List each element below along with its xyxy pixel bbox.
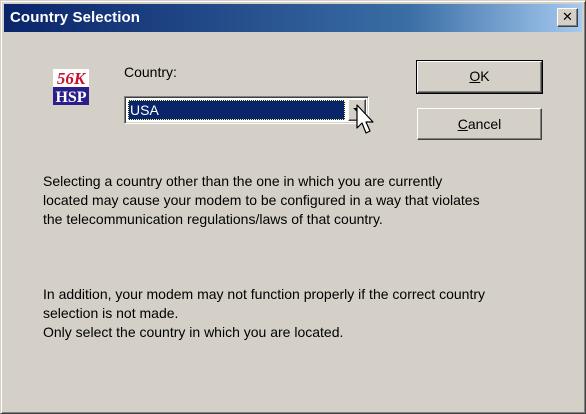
ok-button[interactable]: OK: [416, 60, 543, 94]
addition-line: In addition, your modem may not function…: [43, 286, 485, 302]
warning-line: the telecommunication regulations/laws o…: [43, 211, 383, 227]
warning-text: Selecting a country other than the one i…: [43, 172, 563, 229]
ok-mnemonic: O: [469, 68, 481, 84]
addition-text: In addition, your modem may not function…: [43, 285, 563, 323]
cancel-label-rest: ancel: [467, 116, 502, 132]
country-label: Country:: [124, 64, 177, 80]
close-icon: ✕: [562, 10, 573, 25]
ok-label-rest: K: [480, 68, 490, 84]
mouse-pointer-icon: [356, 104, 374, 134]
cancel-button[interactable]: Cancel: [417, 108, 542, 140]
warning-line: located may cause your modem to be confi…: [43, 192, 480, 208]
logo-line-2: HSP: [55, 89, 86, 105]
instruction-text: Only select the country in which you are…: [43, 324, 344, 340]
close-button[interactable]: ✕: [557, 8, 578, 27]
country-dropdown[interactable]: USA: [124, 96, 369, 124]
country-selection-dialog: Country Selection ✕ 56K HSP Country: USA…: [0, 0, 586, 414]
warning-line: Selecting a country other than the one i…: [43, 173, 443, 189]
cancel-mnemonic: C: [457, 116, 468, 132]
country-selected-value[interactable]: USA: [128, 100, 345, 120]
56k-hsp-logo: 56K HSP: [53, 69, 89, 105]
title-bar[interactable]: Country Selection ✕: [4, 4, 582, 32]
window-title: Country Selection: [10, 9, 141, 26]
addition-line: selection is not made.: [43, 305, 179, 321]
logo-line-1: 56K: [57, 69, 87, 88]
